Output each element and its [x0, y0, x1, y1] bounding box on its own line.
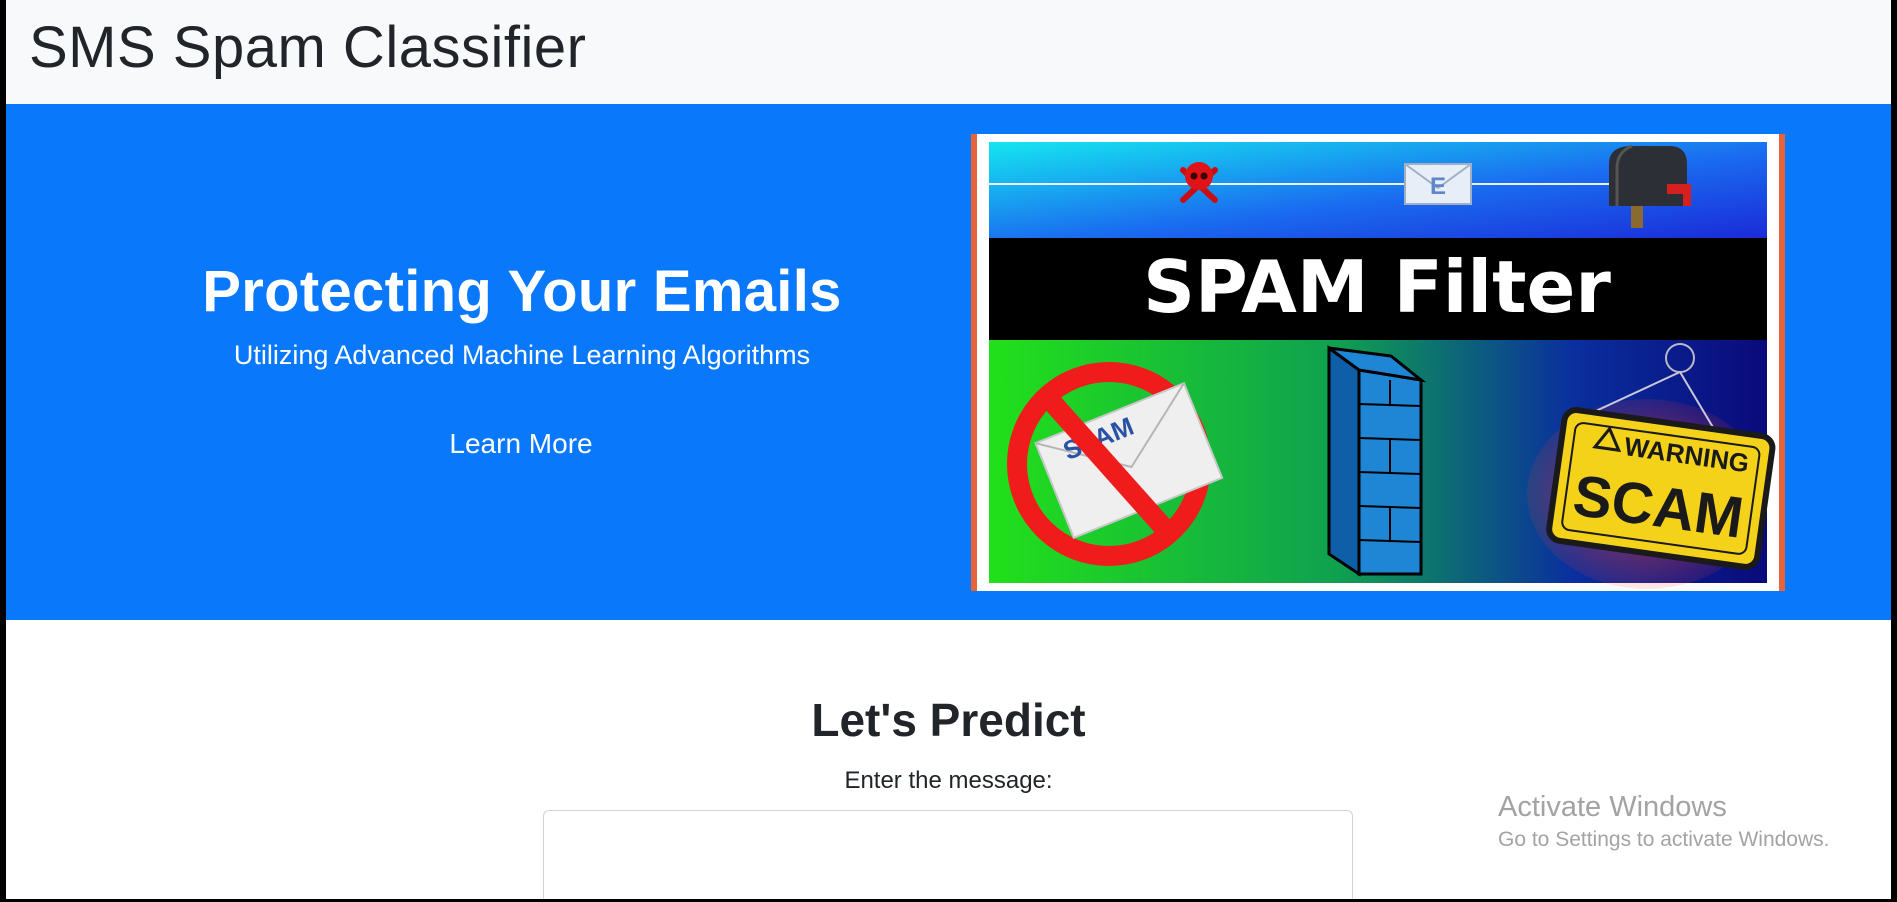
spam-filter-image: E SPAM Filter SPAM WARNING SCAM: [971, 134, 1785, 591]
svg-text:E: E: [1430, 173, 1446, 200]
learn-more-button[interactable]: Learn More: [411, 416, 631, 472]
firewall-icon: [1327, 345, 1427, 577]
hero-text: Protecting Your Emails Utilizing Advance…: [6, 104, 1038, 620]
browser-viewport: SMS Spam Classifier Protecting Your Emai…: [6, 0, 1891, 899]
hero-section: Protecting Your Emails Utilizing Advance…: [6, 104, 1891, 620]
hero-subtitle: Utilizing Advanced Machine Learning Algo…: [233, 340, 811, 370]
hero-title: Protecting Your Emails: [202, 259, 842, 324]
watermark-subtitle: Go to Settings to activate Windows.: [1498, 828, 1830, 851]
banner-headline: SPAM Filter: [1143, 245, 1611, 329]
message-input[interactable]: [543, 810, 1353, 899]
predict-title: Let's Predict: [811, 694, 1086, 746]
navbar: SMS Spam Classifier: [6, 0, 1891, 104]
watermark-title: Activate Windows: [1498, 791, 1727, 823]
spam-filter-illustration: E SPAM Filter SPAM WARNING SCAM: [985, 142, 1776, 589]
envelope-icon: E: [1404, 163, 1472, 205]
navbar-brand[interactable]: SMS Spam Classifier: [29, 14, 586, 81]
windows-activation-watermark: Activate Windows Go to Settings to activ…: [1498, 791, 1830, 852]
